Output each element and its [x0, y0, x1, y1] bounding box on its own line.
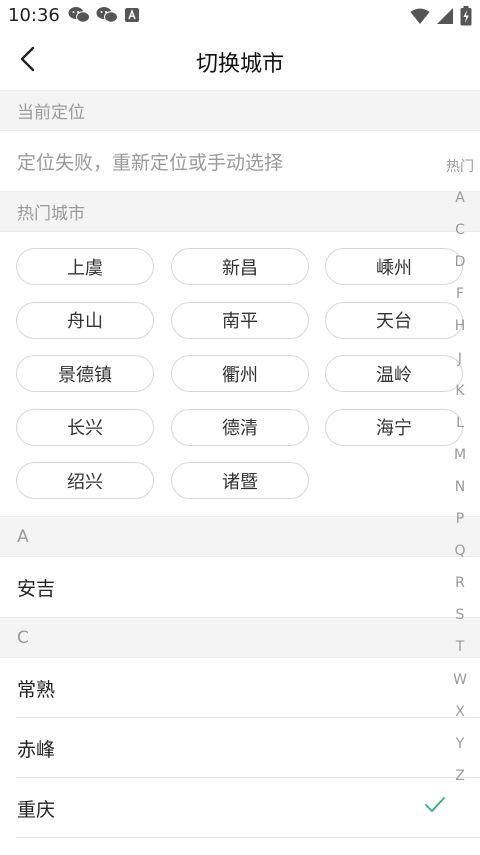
signal-icon — [436, 7, 454, 29]
section-header-current-location: 当前定位 — [0, 90, 480, 131]
status-time: 10:36 — [8, 5, 60, 26]
hot-city-chip[interactable]: 长兴 — [16, 408, 154, 446]
index-letter[interactable]: Y — [444, 736, 476, 752]
index-letter[interactable]: Q — [444, 543, 476, 559]
hot-city-chip[interactable]: 海宁 — [325, 408, 463, 446]
index-item-hot[interactable]: 热门 — [444, 156, 476, 176]
city-name: 赤峰 — [17, 738, 56, 761]
index-letter[interactable]: N — [444, 479, 476, 495]
battery-charging-icon — [460, 6, 472, 30]
city-name: 常熟 — [17, 678, 56, 701]
index-letter[interactable]: W — [444, 672, 476, 688]
city-row-chifeng[interactable]: 赤峰 — [0, 718, 480, 778]
system-icons — [410, 6, 472, 30]
index-letter[interactable]: S — [444, 607, 476, 623]
city-row-changshu[interactable]: 常熟 — [0, 658, 480, 718]
index-letter[interactable]: L — [444, 415, 476, 431]
index-letter[interactable]: M — [444, 447, 476, 463]
hot-city-chip[interactable]: 天台 — [325, 301, 463, 339]
hot-city-chip[interactable]: 温岭 — [325, 355, 463, 392]
hot-city-chip[interactable]: 舟山 — [16, 301, 154, 339]
title-bar: 切换城市 — [0, 32, 480, 90]
hot-city-chip[interactable]: 嵊州 — [325, 248, 463, 285]
wechat-icon — [68, 6, 90, 28]
font-a-icon — [124, 7, 140, 27]
hot-city-chip[interactable]: 衢州 — [171, 355, 309, 392]
index-letter[interactable]: X — [444, 704, 476, 720]
index-letter[interactable]: P — [444, 511, 476, 527]
wifi-icon — [410, 7, 430, 29]
row-divider — [16, 837, 480, 838]
hot-city-chip[interactable]: 德清 — [171, 408, 309, 446]
index-letter[interactable]: Z — [444, 768, 476, 784]
hot-city-chip[interactable]: 绍兴 — [16, 462, 154, 499]
city-row-anji[interactable]: 安吉 — [0, 557, 480, 617]
index-letter[interactable]: H — [444, 318, 476, 334]
index-letter[interactable]: F — [444, 286, 476, 302]
index-letter[interactable]: R — [444, 575, 476, 591]
hot-city-chip[interactable]: 上虞 — [16, 248, 154, 285]
hot-city-chip[interactable]: 新昌 — [171, 248, 309, 285]
hot-city-chip[interactable]: 景德镇 — [16, 355, 154, 392]
section-header-hot-cities: 热门城市 — [0, 191, 480, 232]
index-letter[interactable]: K — [444, 383, 476, 399]
wechat-icon — [96, 6, 118, 28]
page-title: 切换城市 — [195, 52, 284, 77]
hot-city-chip[interactable]: 诸暨 — [171, 462, 309, 499]
city-name: 安吉 — [17, 577, 56, 600]
index-letter[interactable]: C — [444, 222, 476, 238]
relocate-row[interactable]: 定位失败，重新定位或手动选择 — [0, 131, 480, 191]
index-letter[interactable]: T — [444, 639, 476, 655]
city-row-chongqing[interactable]: 重庆 — [0, 778, 480, 838]
section-header-letter-a: A — [0, 516, 480, 557]
status-bar: 10:36 — [0, 0, 480, 32]
hot-city-chip[interactable]: 南平 — [171, 301, 309, 339]
city-name: 重庆 — [17, 798, 56, 821]
index-letter[interactable]: J — [444, 351, 476, 367]
index-letter[interactable]: A — [444, 190, 476, 206]
section-header-letter-c: C — [0, 617, 480, 658]
index-letter[interactable]: D — [444, 254, 476, 270]
notification-icons — [68, 6, 140, 28]
check-icon — [424, 796, 446, 819]
